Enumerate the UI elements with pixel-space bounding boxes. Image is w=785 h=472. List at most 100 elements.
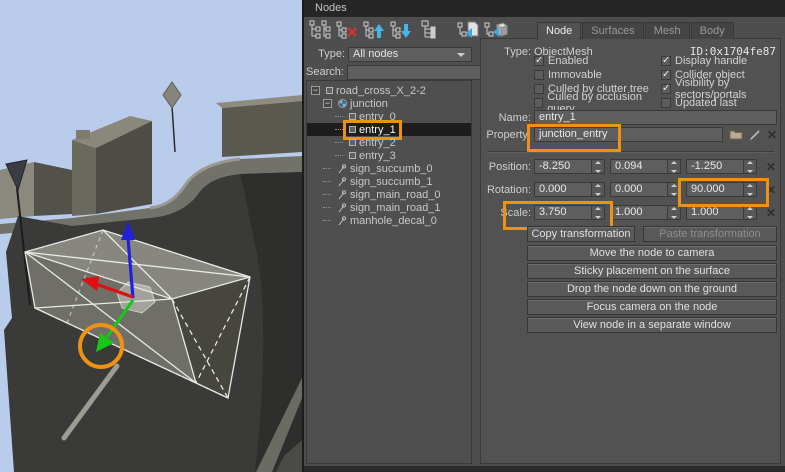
- scale-row: Scale: 3.750 1.000 1.000 ✕: [481, 205, 777, 220]
- spinner-icon[interactable]: [591, 206, 604, 219]
- checkbox-display-handle[interactable]: ✓Display handle: [661, 54, 778, 67]
- position-row: Position: -8.250 0.094 -1.250 ✕: [481, 159, 777, 174]
- search-input[interactable]: [347, 65, 499, 80]
- spinner-icon[interactable]: [591, 183, 604, 196]
- spinner-icon[interactable]: [743, 160, 756, 173]
- spinner-icon[interactable]: [743, 183, 756, 196]
- rotation-z-field[interactable]: 90.000: [686, 182, 757, 197]
- tree-item-entry_3[interactable]: entry_3: [307, 149, 471, 162]
- position-label: Position:: [481, 161, 531, 173]
- mesh-node-icon: [349, 152, 356, 159]
- scale-z-field[interactable]: 1.000: [686, 205, 757, 220]
- rotation-y-field[interactable]: 0.000: [610, 182, 681, 197]
- name-input[interactable]: entry_1: [534, 110, 777, 125]
- mesh-node-icon: [349, 113, 356, 120]
- tree-guide-line: [323, 194, 331, 195]
- rotation-row: Rotation: 0.000 0.000 90.000 ✕: [481, 182, 777, 197]
- expand-hierarchy-icon[interactable]: [416, 19, 440, 41]
- property-input[interactable]: junction_entry: [534, 127, 723, 142]
- tree-guide-line: [323, 181, 331, 182]
- scale-y-field[interactable]: 1.000: [610, 205, 681, 220]
- tree-guide-line: [335, 129, 343, 130]
- type-filter-dropdown[interactable]: All nodes: [348, 47, 472, 62]
- separator: [487, 151, 774, 152]
- checkmark-icon: ✓: [661, 70, 671, 80]
- scale-x-field[interactable]: 3.750: [534, 205, 605, 220]
- spinner-icon[interactable]: [591, 160, 604, 173]
- copy-transformation-button[interactable]: Copy transformation: [527, 226, 635, 242]
- search-label: Search:: [306, 66, 344, 78]
- sticky-placement-button[interactable]: Sticky placement on the surface: [527, 263, 777, 279]
- checkbox-culled-by-occlusion-query[interactable]: Culled by occlusion query: [534, 96, 661, 109]
- browse-property-button[interactable]: [729, 129, 743, 140]
- reference-node-icon: [337, 203, 347, 213]
- tree-guide-line: [335, 116, 343, 117]
- dummy-node-icon: [338, 99, 347, 108]
- reference-node-icon: [337, 164, 347, 174]
- checkbox-immovable[interactable]: Immovable: [534, 68, 661, 81]
- tab-node[interactable]: Node: [537, 22, 581, 40]
- panel-status-strip: [304, 466, 785, 472]
- paste-transformation-button[interactable]: Paste transformation: [643, 226, 777, 242]
- add-node-hierarchy-icon[interactable]: [308, 19, 332, 41]
- tab-surfaces[interactable]: Surfaces: [582, 22, 643, 39]
- tree-item-road_cross_X_2-2[interactable]: − road_cross_X_2-2: [307, 84, 471, 97]
- tree-item-sign_succumb_1[interactable]: sign_succumb_1: [307, 175, 471, 188]
- collapse-expander-icon[interactable]: −: [323, 99, 332, 108]
- position-x-field[interactable]: -8.250: [534, 159, 605, 174]
- reset-rotation-button[interactable]: ✕: [766, 184, 776, 196]
- spinner-icon[interactable]: [743, 206, 756, 219]
- tree-item-manhole_decal_0[interactable]: manhole_decal_0: [307, 214, 471, 227]
- reset-scale-button[interactable]: ✕: [766, 207, 776, 219]
- tree-item-entry_1[interactable]: entry_1: [307, 123, 471, 136]
- collapse-expander-icon[interactable]: −: [311, 86, 320, 95]
- position-y-field[interactable]: 0.094: [610, 159, 681, 174]
- tab-body[interactable]: Body: [691, 22, 734, 39]
- reference-node-icon: [337, 177, 347, 187]
- save-node-as-file-icon[interactable]: [457, 19, 481, 41]
- tab-mesh[interactable]: Mesh: [645, 22, 690, 39]
- tree-guide-line: [323, 207, 331, 208]
- view-node-separate-window-button[interactable]: View node in a separate window: [527, 317, 777, 333]
- focus-camera-button[interactable]: Focus camera on the node: [527, 299, 777, 315]
- drop-node-button[interactable]: Drop the node down on the ground: [527, 281, 777, 297]
- nodes-toolbar: [308, 19, 508, 41]
- tree-item-sign_main_road_0[interactable]: sign_main_road_0: [307, 188, 471, 201]
- reference-node-icon: [337, 216, 347, 226]
- reset-position-button[interactable]: ✕: [766, 161, 776, 173]
- delete-node-icon[interactable]: [335, 19, 359, 41]
- viewport-3d[interactable]: [0, 0, 302, 472]
- property-row: Property: junction_entry ✕: [481, 127, 777, 142]
- tree-item-sign_main_road_1[interactable]: sign_main_road_1: [307, 201, 471, 214]
- name-row: Name: entry_1: [481, 110, 777, 125]
- node-hierarchy-tree[interactable]: − road_cross_X_2-2 − junction entry_0 en…: [306, 80, 472, 464]
- spinner-icon[interactable]: [667, 183, 680, 196]
- clear-property-button[interactable]: ✕: [767, 129, 777, 141]
- property-label: Property:: [481, 129, 531, 141]
- checkbox-visibility-by-sectors-portals[interactable]: ✓Visibility by sectors/portals: [661, 82, 778, 95]
- edit-property-button[interactable]: [749, 129, 761, 141]
- tree-item-entry_0[interactable]: entry_0: [307, 110, 471, 123]
- spinner-icon[interactable]: [667, 160, 680, 173]
- application-window: Nodes: [0, 0, 785, 472]
- tree-item-junction[interactable]: − junction: [307, 97, 471, 110]
- checkmark-icon: [661, 98, 671, 108]
- tree-item-sign_succumb_0[interactable]: sign_succumb_0: [307, 162, 471, 175]
- move-node-to-camera-button[interactable]: Move the node to camera: [527, 245, 777, 261]
- spinner-icon[interactable]: [667, 206, 680, 219]
- rotation-x-field[interactable]: 0.000: [534, 182, 605, 197]
- node-details-panel: Type: ObjectMesh ID:0x1704fe87 ✓Enabled …: [480, 38, 781, 464]
- type-filter-label: Type:: [306, 48, 345, 60]
- checkmark-icon: ✓: [534, 56, 544, 66]
- move-node-down-icon[interactable]: [389, 19, 413, 41]
- node-type-label: Type:: [481, 46, 531, 58]
- position-z-field[interactable]: -1.250: [686, 159, 757, 174]
- move-node-up-icon[interactable]: [362, 19, 386, 41]
- checkmark-icon: [534, 70, 544, 80]
- tree-item-entry_2[interactable]: entry_2: [307, 136, 471, 149]
- panel-title[interactable]: Nodes: [304, 0, 785, 17]
- rotation-label: Rotation:: [481, 184, 531, 196]
- checkbox-enabled[interactable]: ✓Enabled: [534, 54, 661, 67]
- checkmark-icon: ✓: [661, 84, 671, 94]
- checkbox-updated-last[interactable]: Updated last: [661, 96, 778, 109]
